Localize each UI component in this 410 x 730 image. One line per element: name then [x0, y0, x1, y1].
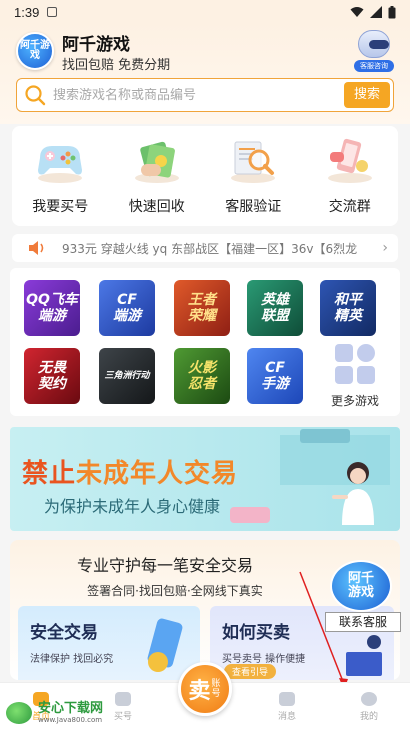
wifi-icon	[350, 7, 364, 17]
game-label: 英雄 联盟	[261, 292, 289, 324]
signal-icon	[370, 6, 382, 18]
banner-title-highlight: 禁止	[22, 459, 77, 489]
status-time: 1:39	[14, 4, 40, 20]
customer-service-button[interactable]: 客服咨询	[354, 30, 394, 74]
girl-illustration-icon	[332, 462, 374, 525]
money-icon	[129, 134, 185, 186]
sim-notification-icon	[47, 7, 58, 17]
game-label: 无畏 契约	[38, 360, 66, 392]
more-games-label: 更多游戏	[330, 394, 379, 408]
quick-action-group[interactable]: 交流群	[310, 134, 390, 226]
card-text: 法律保护 找回必究	[30, 654, 114, 665]
tab-label: 我的	[359, 711, 378, 722]
minor-protection-banner[interactable]: 禁止未成年人交易 为保护未成年人身心健康	[10, 427, 400, 531]
watermark: 安心下载网 www.Java800.com	[4, 698, 114, 728]
safety-subtitle: 签署合同·找回包赔·全网线下真实	[87, 584, 263, 598]
card-title: 如何买卖	[222, 623, 290, 643]
cs-label: 客服咨询	[354, 60, 394, 72]
safety-title: 专业守护每一笔安全交易	[76, 556, 253, 575]
search-button[interactable]: 搜索	[344, 82, 390, 108]
safety-section: 专业守护每一笔安全交易 签署合同·找回包赔·全网线下真实 安全交易 法律保护 找…	[10, 540, 400, 680]
search-icon	[17, 79, 53, 111]
game-delta-force[interactable]: 三角洲行动	[99, 348, 155, 404]
card-title: 安全交易	[30, 623, 98, 643]
game-label: CF 手游	[261, 360, 289, 392]
laptop-person-icon	[346, 635, 382, 676]
app-slogan: 找回包赔 免费分期	[62, 58, 171, 73]
speaker-icon	[29, 241, 44, 255]
quick-action-buy[interactable]: 我要买号	[20, 134, 100, 226]
banner-title-rest: 未成年人交易	[76, 459, 239, 489]
game-cf-mobile[interactable]: CF 手游	[247, 348, 303, 404]
game-peace-elite[interactable]: 和平 精英	[320, 280, 376, 336]
search-bar[interactable]: 搜索	[16, 78, 394, 112]
grid-icon	[335, 344, 375, 384]
status-right	[350, 5, 396, 19]
game-label: 和平 精英	[334, 292, 362, 324]
watermark-url: www.Java800.com	[38, 715, 103, 724]
tab-label: 买号	[113, 711, 132, 722]
tab-messages[interactable]: 消息	[246, 683, 328, 730]
quick-action-label: 我要买号	[32, 199, 89, 215]
status-bar: 1:39	[0, 0, 410, 24]
quick-action-verify[interactable]: 客服验证	[213, 134, 293, 226]
contact-service-button[interactable]: 联系客服	[325, 612, 401, 632]
banner-subtitle: 为保护未成年人身心健康	[44, 497, 221, 516]
guide-tag[interactable]: 查看引导	[224, 664, 277, 679]
game-qq-speed[interactable]: QQ飞车 端游	[24, 280, 80, 336]
logo-text: 阿千游戏	[20, 40, 50, 61]
quick-action-label: 交流群	[328, 199, 371, 215]
quick-actions: 我要买号 快速回收 客服验证 交流群	[12, 126, 398, 226]
chevron-right-icon: ›	[382, 240, 388, 256]
game-label: 火影 忍者	[188, 360, 216, 392]
profile-icon	[361, 691, 377, 706]
tab-label: 消息	[277, 711, 296, 722]
sell-big: 卖	[188, 679, 211, 704]
notice-text: 933元 穿越火线 yq 东部战区【福建一区】36v【6烈龙	[62, 241, 358, 256]
card-text: 买号卖号 操作便捷	[222, 654, 306, 665]
notice-bar[interactable]: 933元 穿越火线 yq 东部战区【福建一区】36v【6烈龙 ›	[12, 234, 398, 262]
gamepad-icon	[32, 134, 88, 186]
game-label: QQ飞车 端游	[26, 292, 78, 324]
game-lol[interactable]: 英雄 联盟	[247, 280, 303, 336]
game-honor-of-kings[interactable]: 王者 荣耀	[174, 280, 230, 336]
game-label: 三角洲行动	[104, 371, 150, 381]
mascot-logo: 阿千 游戏	[330, 560, 392, 612]
quick-action-recycle[interactable]: 快速回收	[117, 134, 197, 226]
message-icon	[279, 691, 295, 706]
search-input[interactable]	[53, 87, 344, 103]
app-logo: 阿千游戏	[16, 32, 54, 70]
sell-small: 账号	[211, 679, 221, 699]
safe-trade-card[interactable]: 安全交易 法律保护 找回必究	[18, 606, 200, 680]
robot-icon	[358, 30, 390, 58]
watermark-name: 安心下载网	[38, 700, 104, 716]
magnifier-doc-icon	[225, 134, 281, 186]
sell-account-button[interactable]: 卖 账号	[178, 662, 232, 716]
mascot-text: 阿千 游戏	[347, 571, 374, 600]
app-name: 阿千游戏	[62, 35, 130, 55]
quick-action-label: 快速回收	[128, 199, 185, 215]
header: 阿千游戏 阿千游戏 找回包赔 免费分期 客服咨询 搜索	[0, 24, 410, 124]
game-cf-pc[interactable]: CF 端游	[99, 280, 155, 336]
watermark-logo-icon	[4, 700, 34, 726]
game-label: 王者 荣耀	[188, 292, 216, 324]
game-label: CF 端游	[113, 292, 141, 324]
gamepad-tab-icon	[115, 691, 131, 706]
chat-phone-icon	[322, 134, 378, 186]
game-naruto[interactable]: 火影 忍者	[174, 348, 230, 404]
banner-title: 禁止未成年人交易	[22, 453, 238, 490]
watermark-text: 安心下载网 www.Java800.com	[38, 700, 104, 725]
game-grid: QQ飞车 端游 CF 端游 王者 荣耀 英雄 联盟 和平 精英 无畏 契约 三角…	[10, 268, 400, 416]
battery-icon	[388, 5, 396, 18]
game-valorant[interactable]: 无畏 契约	[24, 348, 80, 404]
quick-action-label: 客服验证	[225, 199, 282, 215]
tab-mine[interactable]: 我的	[328, 683, 410, 730]
more-games-button[interactable]: 更多游戏	[320, 344, 390, 409]
